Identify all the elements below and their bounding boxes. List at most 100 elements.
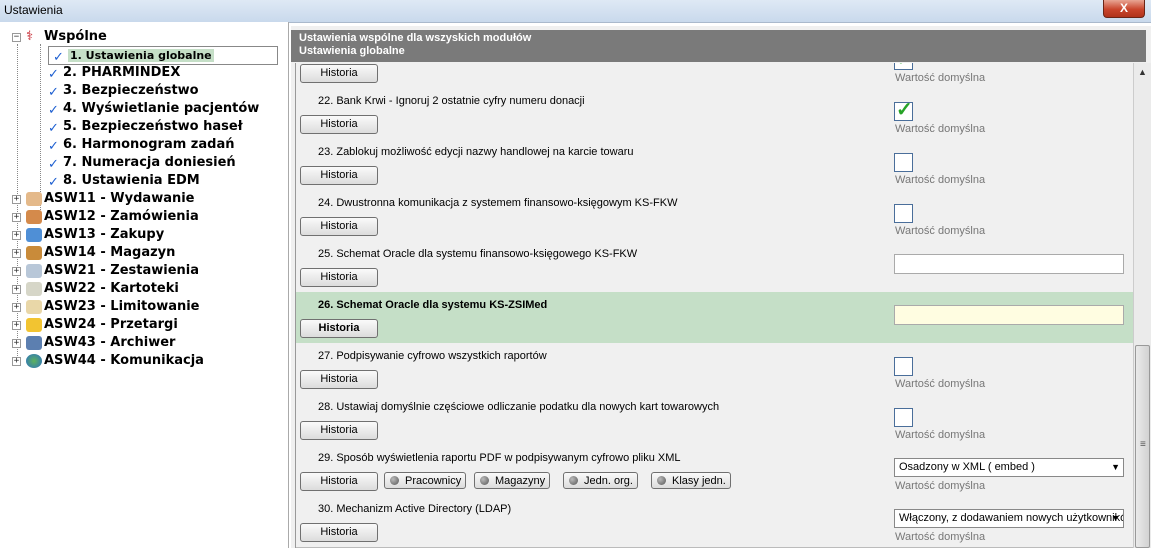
setting-checkbox[interactable]: [894, 204, 913, 223]
collapse-icon[interactable]: −: [12, 33, 21, 42]
expand-icon[interactable]: +: [12, 249, 21, 258]
archiwer-icon: [26, 336, 42, 350]
tree-module-label: ASW11 - Wydawanie: [44, 191, 195, 206]
button-label: Magazyny: [495, 475, 546, 487]
tree-module-label: ASW24 - Przetargi: [44, 317, 178, 332]
tree-module-label: ASW21 - Zestawienia: [44, 263, 200, 278]
expand-icon[interactable]: +: [12, 213, 21, 222]
setting-checkbox[interactable]: ✓: [894, 100, 913, 121]
setting-label: 27. Podpisywanie cyfrowo wszystkich rapo…: [318, 350, 547, 362]
window-title: Ustawienia: [4, 3, 63, 17]
tree-item-numeracja-doniesien[interactable]: ✓ 7. Numeracja doniesień: [48, 154, 236, 172]
window-titlebar: Ustawienia X: [0, 0, 1151, 23]
settings-pane: Ustawienia wspólne dla wszyskich modułów…: [291, 26, 1151, 548]
chevron-down-icon: ▼: [1111, 462, 1120, 472]
history-button[interactable]: Historia: [300, 115, 378, 134]
setting-label: 28. Ustawiaj domyślnie częściowe odlicza…: [318, 401, 720, 413]
tree-connector: [17, 44, 18, 364]
ldap-select[interactable]: Włączony, z dodawaniem nowych użytkownik…: [894, 509, 1124, 528]
klasy-jedn-button[interactable]: Klasy jedn.: [651, 472, 731, 489]
tree-item-label: 5. Bezpieczeństwo haseł: [63, 119, 243, 134]
pdf-display-select[interactable]: Osadzony w XML ( embed ) ▼: [894, 458, 1124, 477]
history-button[interactable]: Historia: [300, 421, 378, 440]
select-value: Włączony, z dodawaniem nowych użytkownik…: [899, 512, 1124, 524]
close-button[interactable]: X: [1103, 0, 1145, 18]
expand-icon[interactable]: +: [12, 357, 21, 366]
check-icon: ✓: [48, 139, 59, 154]
default-value-label: Wartość domyślna: [895, 174, 986, 186]
setting-row-24: 24. Dwustronna komunikacja z systemem fi…: [296, 190, 1134, 242]
tree-module-label: ASW43 - Archiwer: [44, 335, 176, 350]
expand-icon[interactable]: +: [12, 321, 21, 330]
check-icon: ✓: [48, 103, 59, 118]
setting-label: 26. Schemat Oracle dla systemu KS-ZSIMed: [318, 299, 548, 311]
setting-checkbox[interactable]: [894, 408, 913, 427]
tree-module-label: ASW44 - Komunikacja: [44, 353, 204, 368]
tree-item-ustawienia-edm[interactable]: ✓ 8. Ustawienia EDM: [48, 172, 200, 190]
tree-item-label: 7. Numeracja doniesień: [63, 155, 236, 170]
wydawanie-icon: [26, 192, 42, 206]
button-label: Klasy jedn.: [672, 475, 726, 487]
expand-icon[interactable]: +: [12, 267, 21, 276]
setting-label: 23. Zablokuj możliwość edycji nazwy hand…: [318, 146, 634, 158]
tree-connector: [40, 44, 41, 210]
schema-input[interactable]: [894, 254, 1124, 274]
expand-icon[interactable]: +: [12, 303, 21, 312]
default-value-label: Wartość domyślna: [895, 225, 986, 237]
button-label: Pracownicy: [405, 475, 462, 487]
setting-row: Historia ✓ Wartość domyślna: [296, 63, 1134, 89]
tree-item-harmonogram-zadan[interactable]: ✓ 6. Harmonogram zadań: [48, 136, 234, 154]
button-label: Jedn. org.: [584, 475, 633, 487]
pracownicy-button[interactable]: Pracownicy: [384, 472, 467, 489]
tree-module-label: ASW13 - Zakupy: [44, 227, 165, 242]
check-icon: ✓: [48, 175, 59, 190]
tree-item-label: 4. Wyświetlanie pacjentów: [63, 101, 260, 116]
default-value-label: Wartość domyślna: [895, 72, 986, 84]
settings-list: Historia ✓ Wartość domyślna 22. Bank Krw…: [295, 63, 1134, 548]
tree-item-bezpieczenstwo-hasel[interactable]: ✓ 5. Bezpieczeństwo haseł: [48, 118, 243, 136]
setting-checkbox[interactable]: [894, 153, 913, 172]
expand-icon[interactable]: +: [12, 285, 21, 294]
komunikacja-icon: [26, 354, 42, 368]
bullet-icon: [657, 476, 666, 485]
history-button[interactable]: Historia: [300, 370, 378, 389]
vertical-scrollbar[interactable]: ▲ ≡: [1133, 63, 1151, 548]
tree-item-pharmindex[interactable]: ✓ 2. PHARMINDEX: [48, 64, 180, 82]
tree-item-label: 1. Ustawienia globalne: [68, 49, 214, 62]
default-value-label: Wartość domyślna: [895, 531, 986, 543]
setting-row-27: 27. Podpisywanie cyfrowo wszystkich rapo…: [296, 343, 1134, 395]
history-button[interactable]: Historia: [300, 319, 378, 338]
tree-item-ustawienia-globalne[interactable]: ✓ 1. Ustawienia globalne: [48, 46, 278, 65]
setting-row-26: 26. Schemat Oracle dla systemu KS-ZSIMed…: [296, 292, 1134, 344]
history-button[interactable]: Historia: [300, 523, 378, 542]
jedn-org-button[interactable]: Jedn. org.: [563, 472, 638, 489]
setting-label: 25. Schemat Oracle dla systemu finansowo…: [318, 248, 638, 260]
expand-icon[interactable]: +: [12, 195, 21, 204]
expand-icon[interactable]: +: [12, 339, 21, 348]
setting-checkbox[interactable]: ✓: [894, 63, 913, 70]
schema-input[interactable]: [894, 305, 1124, 325]
default-value-label: Wartość domyślna: [895, 378, 986, 390]
header-subtitle: Ustawienia globalne: [299, 45, 405, 57]
history-button[interactable]: Historia: [300, 268, 378, 287]
expand-icon[interactable]: +: [12, 231, 21, 240]
history-button[interactable]: Historia: [300, 472, 378, 491]
tree-item-wyswietlanie-pacjentow[interactable]: ✓ 4. Wyświetlanie pacjentów: [48, 100, 259, 118]
history-button[interactable]: Historia: [300, 64, 378, 83]
tree-item-label: 6. Harmonogram zadań: [63, 137, 235, 152]
setting-label: 24. Dwustronna komunikacja z systemem fi…: [318, 197, 678, 209]
magazyny-button[interactable]: Magazyny: [474, 472, 551, 489]
setting-row-28: 28. Ustawiaj domyślnie częściowe odlicza…: [296, 394, 1134, 446]
scroll-up-icon[interactable]: ▲: [1138, 67, 1147, 77]
tree-item-bezpieczenstwo[interactable]: ✓ 3. Bezpieczeństwo: [48, 82, 199, 100]
setting-row-25: 25. Schemat Oracle dla systemu finansowo…: [296, 241, 1134, 293]
history-button[interactable]: Historia: [300, 166, 378, 185]
scroll-thumb[interactable]: ≡: [1135, 345, 1150, 548]
history-button[interactable]: Historia: [300, 217, 378, 236]
check-icon: ✓: [48, 157, 59, 172]
bullet-icon: [390, 476, 399, 485]
setting-checkbox[interactable]: [894, 357, 913, 376]
select-value: Osadzony w XML ( embed ): [899, 461, 1035, 473]
default-value-label: Wartość domyślna: [895, 123, 986, 135]
tree-item-label: 2. PHARMINDEX: [63, 65, 181, 80]
